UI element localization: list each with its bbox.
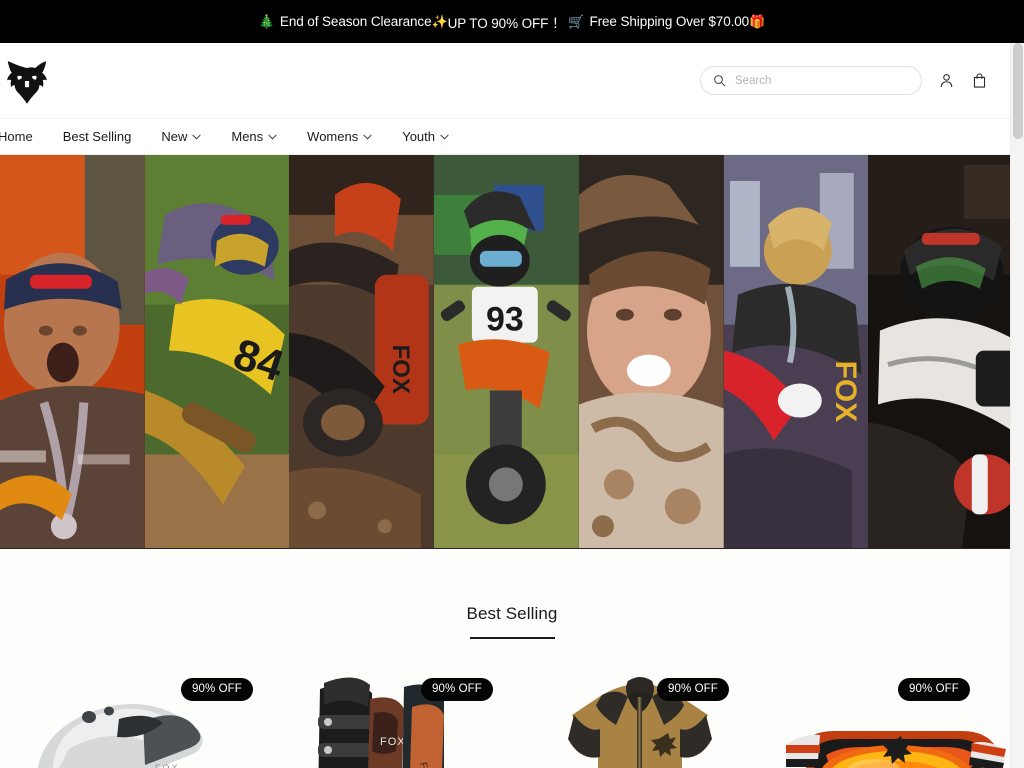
shopping-bag-icon[interactable] <box>971 72 988 89</box>
nav-label: New <box>161 129 188 144</box>
search-input[interactable] <box>735 74 909 87</box>
svg-text:93: 93 <box>486 301 524 339</box>
nav-item-new[interactable]: New <box>161 129 201 144</box>
svg-text:FOX: FOX <box>380 736 406 748</box>
svg-text:FOX: FOX <box>828 361 861 423</box>
section-title: Best Selling <box>466 604 558 623</box>
nav-item-best-selling[interactable]: Best Selling <box>63 129 132 144</box>
product-card-motocross-helmet[interactable]: FOX FOX 90% OFF <box>0 659 256 768</box>
nav-item-womens[interactable]: Womens <box>307 129 372 144</box>
nav-label: Mens <box>231 129 264 144</box>
vertical-scrollbar[interactable] <box>1010 43 1024 768</box>
product-image-motocross-boots: FOX FOX <box>256 659 512 768</box>
page-root: 🎄 End of Season Clearance ✨ UP TO 90% OF… <box>0 0 1024 768</box>
discount-badge: 90% OFF <box>657 678 729 701</box>
product-image-motocross-jacket <box>512 659 768 768</box>
search-icon <box>713 74 726 87</box>
hero-panel-rider-pouring-water[interactable]: FOX <box>723 155 869 549</box>
chevron-down-icon <box>363 134 372 140</box>
section-title-underline <box>469 637 555 639</box>
discount-badge: 90% OFF <box>898 678 970 701</box>
main-navigation: Home Best Selling New Mens Womens Youth <box>0 118 1024 155</box>
nav-item-home[interactable]: Home <box>0 129 33 144</box>
gift-icon: 🎁 <box>749 13 766 29</box>
scrollbar-thumb[interactable] <box>1013 43 1023 139</box>
chevron-down-icon <box>440 134 449 140</box>
search-box[interactable] <box>700 66 922 95</box>
nav-label: Womens <box>307 129 359 144</box>
product-grid: FOX FOX 90% OFF <box>0 659 1024 768</box>
header-actions <box>700 66 1000 95</box>
hero-collage: 84 FOX 93 FOX <box>0 155 1024 549</box>
fox-head-logo[interactable] <box>0 58 60 104</box>
site-header <box>0 43 1024 118</box>
nav-label: Best Selling <box>62 129 132 144</box>
hero-panel-bike-closeup-muddy-track[interactable]: FOX <box>289 155 435 549</box>
announcement-text-3: Free Shipping Over $70.00 <box>589 14 750 29</box>
hero-panel-rider-celebrating-with-trophy[interactable] <box>0 155 145 549</box>
product-card-motocross-jacket[interactable]: 90% OFF <box>512 659 768 768</box>
product-image-motocross-goggles <box>768 659 1024 768</box>
announcement-bar: 🎄 End of Season Clearance ✨ UP TO 90% OF… <box>0 0 1024 43</box>
nav-label: Home <box>0 129 33 144</box>
discount-badge: 90% OFF <box>421 678 493 701</box>
chevron-down-icon <box>268 134 277 140</box>
shopping-cart-icon: 🛒 <box>568 13 585 29</box>
announcement-text-2: UP TO 90% OFF ！ <box>447 15 566 31</box>
svg-text:FOX: FOX <box>155 763 180 768</box>
product-card-motocross-boots[interactable]: FOX FOX 90% OFF <box>256 659 512 768</box>
section-heading-wrap: Best Selling <box>0 549 1024 639</box>
discount-badge: 90% OFF <box>181 678 253 701</box>
hero-panel-rider-covered-in-mud[interactable] <box>578 155 724 549</box>
sparkles-icon: ✨ <box>431 13 448 29</box>
svg-text:FOX: FOX <box>387 345 414 394</box>
hero-panel-rider-black-helmet-night[interactable] <box>868 155 1024 549</box>
nav-label: Youth <box>402 129 435 144</box>
chevron-down-icon <box>192 134 201 140</box>
hero-panel-rider-93-ktm-bike[interactable]: 93 <box>434 155 579 549</box>
product-image-motocross-helmet: FOX FOX <box>0 659 256 768</box>
product-card-motocross-goggles[interactable]: 90% OFF <box>768 659 1024 768</box>
nav-item-youth[interactable]: Youth <box>402 129 449 144</box>
nav-item-mens[interactable]: Mens <box>231 129 277 144</box>
hero-panel-rider-on-yellow-bike-84[interactable]: 84 <box>144 155 290 549</box>
best-selling-section: Best Selling FOX 90% OFF FOX 90% OFF 90%… <box>0 549 1024 768</box>
user-account-icon[interactable] <box>938 72 955 89</box>
announcement-text-1: End of Season Clearance <box>279 14 432 29</box>
christmas-tree-icon: 🎄 <box>258 13 275 29</box>
